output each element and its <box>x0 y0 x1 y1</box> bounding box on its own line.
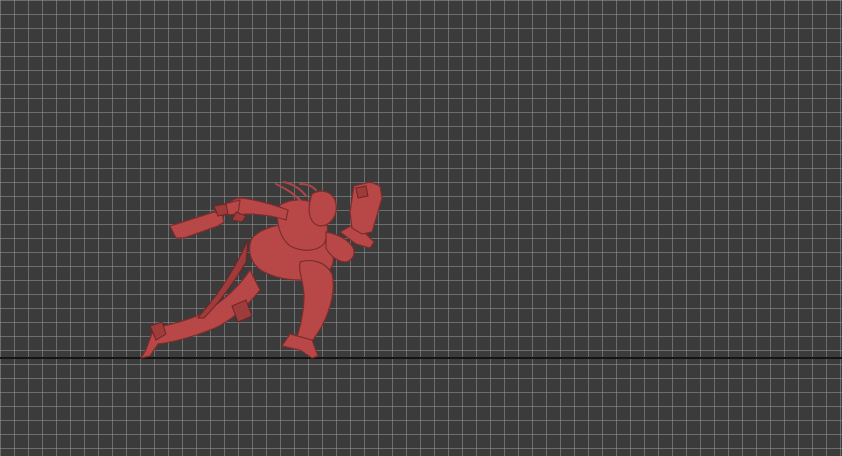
raised-arm-with-pistol <box>325 181 383 263</box>
character-model[interactable] <box>0 0 842 456</box>
3d-viewport[interactable] <box>0 0 842 456</box>
